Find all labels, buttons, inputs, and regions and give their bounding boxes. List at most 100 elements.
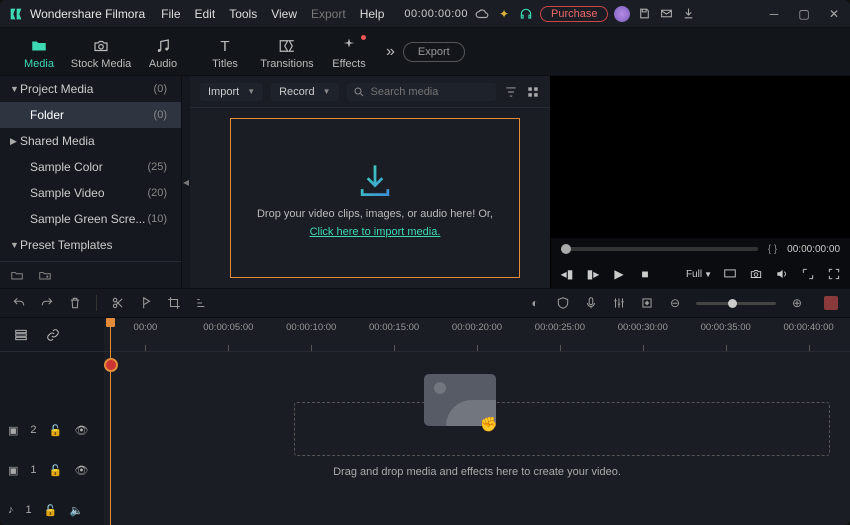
search-input[interactable] [371, 86, 491, 98]
zoom-thumb[interactable] [728, 299, 737, 308]
tips-icon[interactable]: ✦ [496, 6, 512, 22]
panel-splitter[interactable]: ◂ [182, 76, 190, 288]
tab-titles[interactable]: T Titles [194, 33, 256, 70]
sparkle-icon [340, 37, 358, 55]
timeline-body[interactable]: 00:00 00:00:05:00 00:00:10:00 00:00:15:0… [104, 318, 850, 525]
snapshot-icon[interactable] [748, 266, 764, 282]
seek-thumb[interactable] [561, 244, 571, 254]
delete-button[interactable] [68, 296, 82, 310]
speed-button[interactable] [195, 296, 209, 310]
maximize-button[interactable]: ▢ [796, 6, 812, 22]
visibility-icon[interactable]: 👁 [75, 423, 89, 437]
redo-button[interactable] [40, 296, 54, 310]
seek-slider[interactable] [561, 247, 758, 251]
play-button[interactable]: ▶ [611, 266, 627, 282]
expand-icon[interactable] [800, 266, 816, 282]
filter-icon[interactable] [504, 85, 518, 99]
sidebar-item-folder[interactable]: Folder(0) [0, 102, 181, 128]
dropzone-box[interactable]: Drop your video clips, images, or audio … [230, 118, 520, 278]
tab-transitions[interactable]: Transitions [256, 33, 318, 70]
link-icon[interactable] [46, 328, 60, 342]
lock-icon[interactable]: 🔓 [49, 463, 63, 477]
sidebar-item-sample-green[interactable]: Sample Green Scre...(10) [0, 206, 181, 232]
app-title: Wondershare Filmora [30, 7, 145, 21]
import-dropdown[interactable]: Import▼ [200, 83, 263, 101]
keyframe-button[interactable] [640, 296, 654, 310]
window-controls: ─ ▢ ✕ [766, 6, 842, 22]
tab-audio[interactable]: Audio [132, 33, 194, 70]
zoom-in-button[interactable]: ⊕ [790, 296, 804, 310]
sidebar-item-sample-color[interactable]: Sample Color(25) [0, 154, 181, 180]
marker-icon[interactable] [104, 358, 118, 372]
shield-button[interactable] [556, 296, 570, 310]
mixer-button[interactable] [612, 296, 626, 310]
tab-media[interactable]: Media [8, 33, 70, 70]
menu-edit[interactable]: Edit [195, 7, 216, 21]
track-drop-area[interactable] [294, 402, 830, 456]
save-icon[interactable] [636, 6, 652, 22]
quality-dropdown[interactable]: Full ▼ [686, 269, 712, 280]
search-box[interactable] [347, 83, 497, 101]
menu-tools[interactable]: Tools [229, 7, 257, 21]
mic-button[interactable] [584, 296, 598, 310]
sidebar-item-project-media[interactable]: ▼Project Media(0) [0, 76, 181, 102]
track-number: 1 [30, 464, 36, 476]
grid-view-icon[interactable] [526, 85, 540, 99]
tab-effects[interactable]: Effects [318, 33, 380, 70]
marker-button[interactable] [139, 296, 153, 310]
menu-file[interactable]: File [161, 7, 180, 21]
menu-export[interactable]: Export [311, 7, 346, 21]
menu-help[interactable]: Help [360, 7, 385, 21]
export-button[interactable]: Export [403, 42, 465, 62]
crop-button[interactable] [167, 296, 181, 310]
sidebar-item-label: Shared Media [20, 134, 95, 148]
sidebar-item-sample-video[interactable]: Sample Video(20) [0, 180, 181, 206]
track-head-video-2[interactable]: ▣2 🔓 👁 [0, 415, 104, 445]
transitions-icon [278, 37, 296, 55]
purchase-button[interactable]: Purchase [540, 6, 608, 22]
new-folder-icon[interactable] [10, 268, 24, 282]
color-button[interactable]: ◐ [528, 296, 542, 310]
lock-icon[interactable]: 🔓 [49, 423, 63, 437]
folder-icon [30, 37, 48, 55]
close-button[interactable]: ✕ [826, 6, 842, 22]
volume-icon[interactable] [774, 266, 790, 282]
split-button[interactable] [111, 296, 125, 310]
prev-frame-button[interactable]: ◂▮ [559, 266, 575, 282]
import-media-link[interactable]: Click here to import media. [310, 226, 441, 238]
preview-panel: { } 00:00:00:00 ◂▮ ▮▸ ▶ ■ Full ▼ [550, 76, 850, 288]
sidebar-item-shared-media[interactable]: ▶Shared Media [0, 128, 181, 154]
zoom-out-button[interactable]: ⊖ [668, 296, 682, 310]
account-icon[interactable] [614, 6, 630, 22]
cloud-icon[interactable] [474, 6, 490, 22]
track-head-video-1[interactable]: ▣1 🔓 👁 [0, 445, 104, 495]
mute-icon[interactable]: 🔈 [70, 503, 84, 517]
tab-stock-media[interactable]: Stock Media [70, 33, 132, 70]
tab-label: Media [24, 58, 54, 70]
tracks-icon[interactable] [14, 328, 28, 342]
playhead[interactable] [110, 318, 111, 525]
new-folder-plus-icon[interactable] [38, 268, 52, 282]
stop-button[interactable]: ■ [637, 266, 653, 282]
display-icon[interactable] [722, 266, 738, 282]
step-back-button[interactable]: ▮▸ [585, 266, 601, 282]
tab-label: Audio [149, 58, 177, 70]
download-icon[interactable] [680, 6, 696, 22]
minimize-button[interactable]: ─ [766, 6, 782, 22]
record-dropdown[interactable]: Record▼ [271, 83, 338, 101]
more-tabs-icon[interactable]: » [386, 43, 395, 61]
headphones-icon[interactable] [518, 6, 534, 22]
track-head-audio-1[interactable]: ♪1 🔓 🔈 [0, 495, 104, 525]
fullscreen-icon[interactable] [826, 266, 842, 282]
zoom-slider[interactable] [696, 302, 776, 305]
lock-icon[interactable]: 🔓 [44, 503, 58, 517]
visibility-icon[interactable]: 👁 [75, 463, 89, 477]
media-dropzone[interactable]: Drop your video clips, images, or audio … [190, 108, 550, 288]
undo-button[interactable] [12, 296, 26, 310]
render-button[interactable] [824, 296, 838, 310]
sidebar-item-preset-templates[interactable]: ▼Preset Templates [0, 232, 181, 258]
mail-icon[interactable] [658, 6, 674, 22]
menu-view[interactable]: View [271, 7, 297, 21]
track-number: 2 [30, 424, 36, 436]
time-ruler[interactable]: 00:00 00:00:05:00 00:00:10:00 00:00:15:0… [104, 318, 850, 352]
